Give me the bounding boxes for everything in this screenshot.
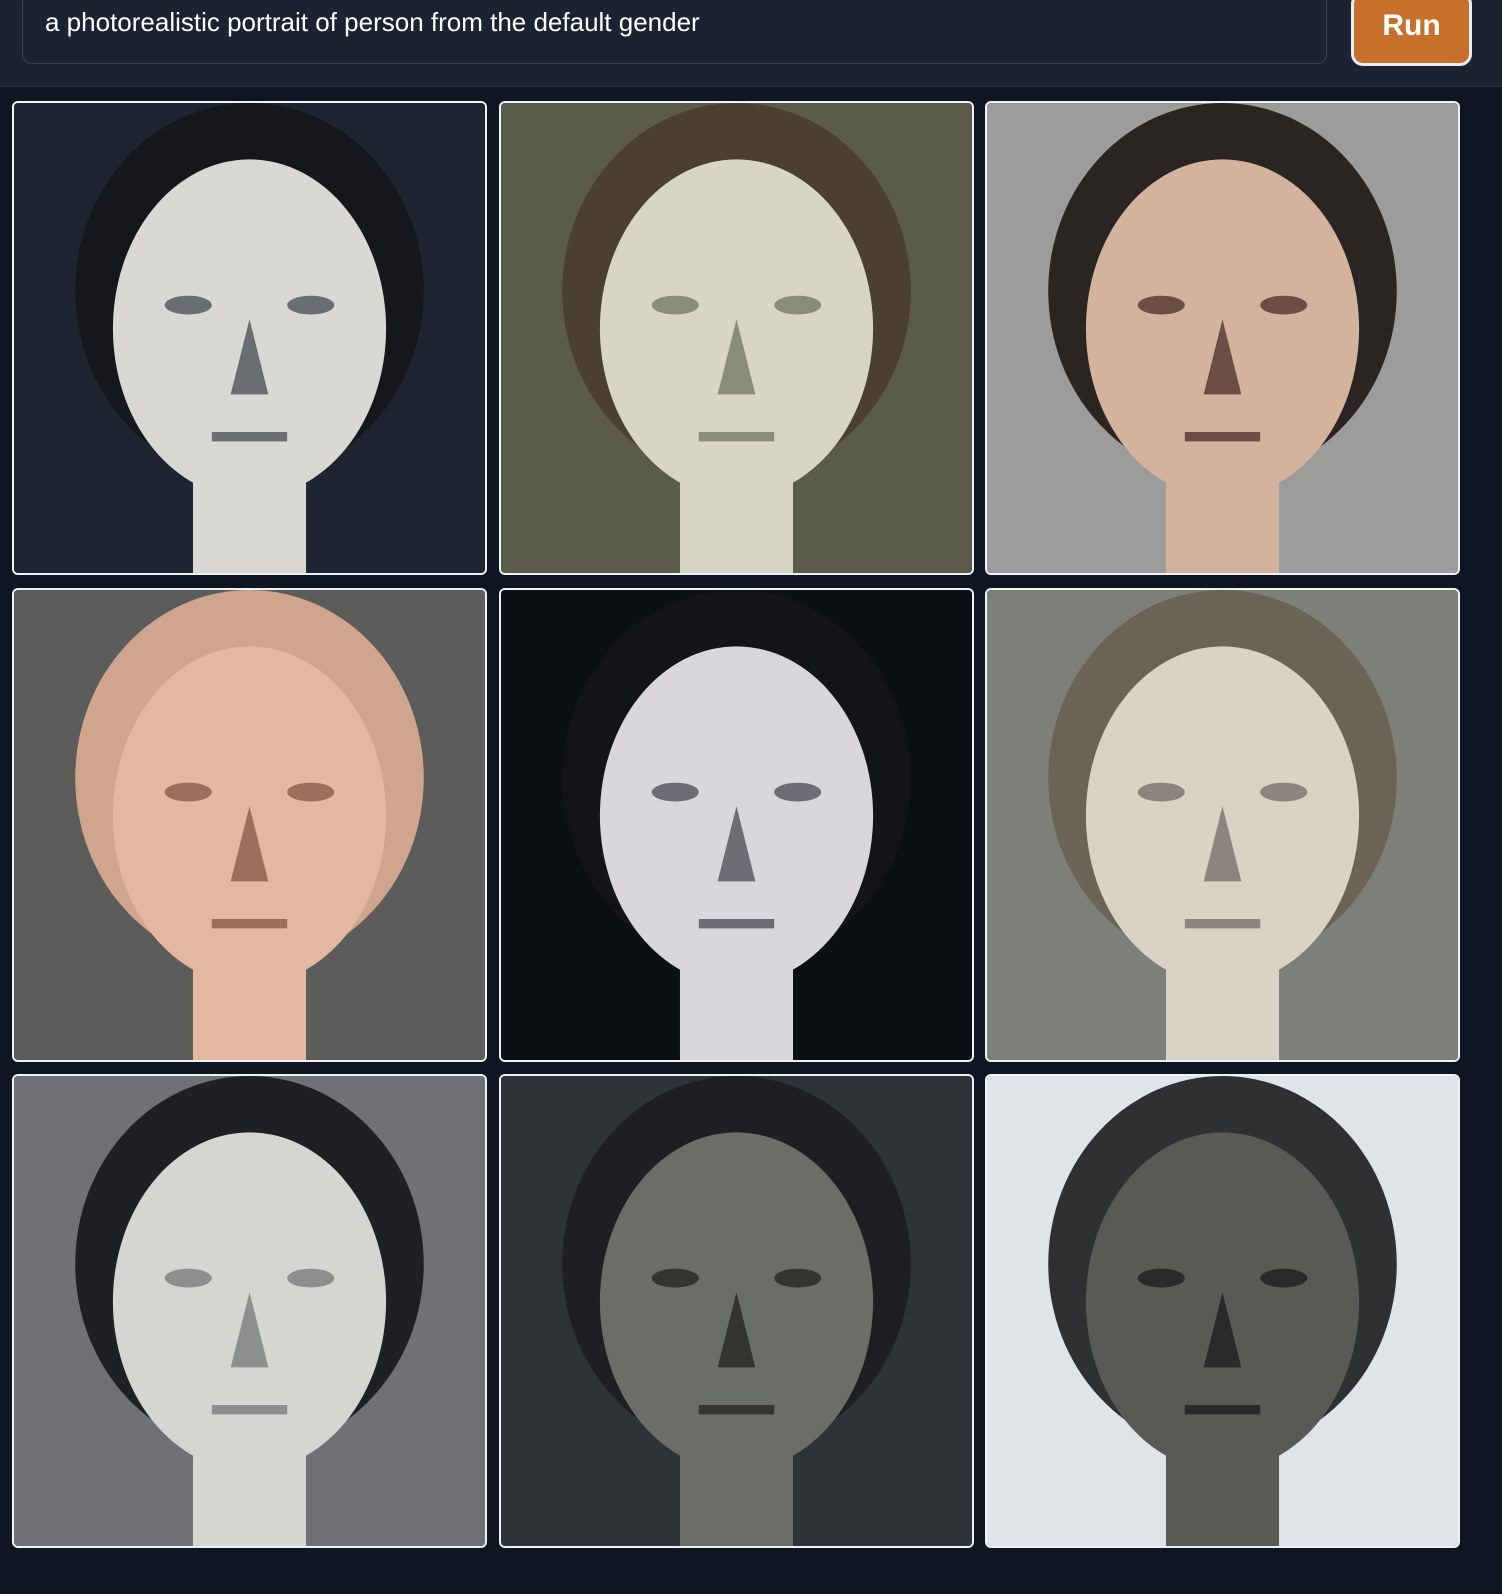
generated-image-9[interactable]: [985, 1074, 1460, 1548]
portrait-image: [14, 1076, 485, 1546]
generated-image-7[interactable]: [12, 1074, 487, 1548]
bottom-strip: [0, 1575, 1502, 1594]
portrait-image: [501, 103, 972, 573]
generated-image-4[interactable]: [12, 588, 487, 1062]
portrait-image: [501, 1076, 972, 1546]
run-button[interactable]: Run: [1351, 0, 1472, 66]
portrait-image: [987, 103, 1458, 573]
portrait-image: [14, 103, 485, 573]
generated-image-2[interactable]: [499, 101, 974, 575]
image-gallery: [12, 101, 1484, 1575]
portrait-image: [987, 590, 1458, 1060]
prompt-input[interactable]: a photorealistic portrait of person from…: [22, 0, 1327, 64]
portrait-image: [987, 1076, 1458, 1546]
generated-image-5[interactable]: [499, 588, 974, 1062]
generated-image-1[interactable]: [12, 101, 487, 575]
generated-image-3[interactable]: [985, 101, 1460, 575]
portrait-image: [14, 590, 485, 1060]
generated-image-6[interactable]: [985, 588, 1460, 1062]
portrait-image: [501, 590, 972, 1060]
prompt-bar: a photorealistic portrait of person from…: [0, 0, 1502, 87]
app-window: a photorealistic portrait of person from…: [0, 0, 1502, 1594]
generated-image-8[interactable]: [499, 1074, 974, 1548]
